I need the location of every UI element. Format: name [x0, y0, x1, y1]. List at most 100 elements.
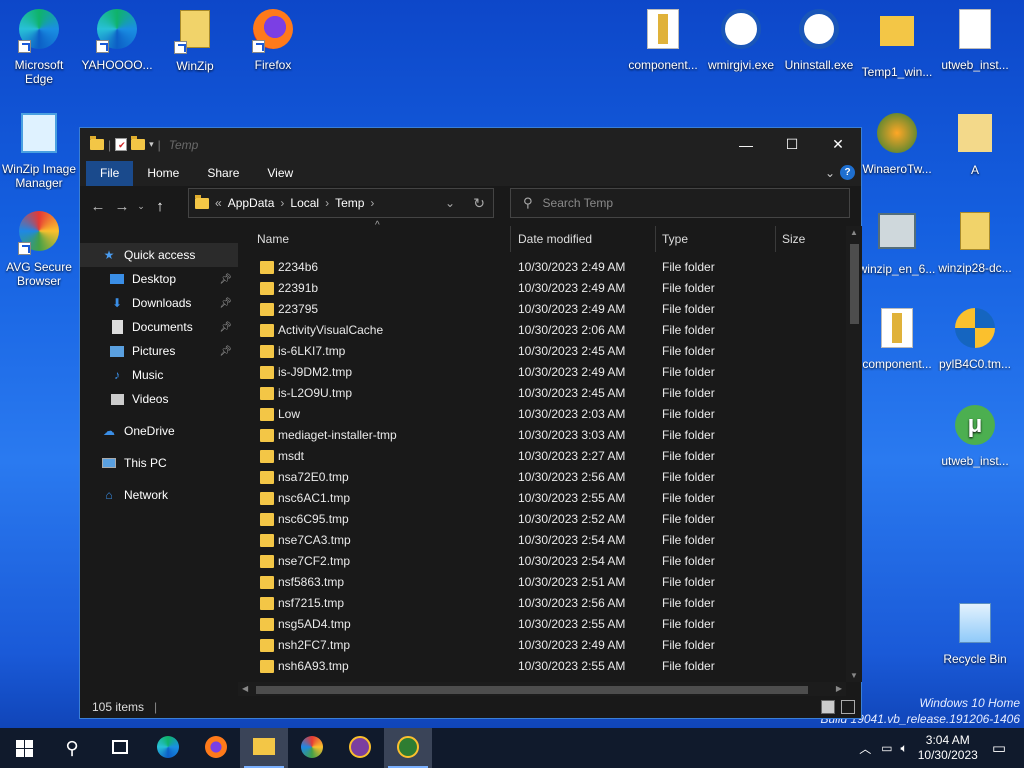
address-dropdown-icon[interactable]: ⌄ [445, 196, 455, 210]
desktop-icon[interactable]: WinaeroTw... [858, 110, 936, 176]
desktop-icon[interactable]: Recycle Bin [936, 600, 1014, 666]
file-row[interactable]: nsh6A93.tmp 10/30/2023 2:55 AM File folder [238, 656, 846, 677]
volume-icon[interactable]: 🔈︎ [901, 741, 908, 756]
taskbar-avg-button[interactable] [288, 728, 336, 768]
chevron-up-icon[interactable]: ︿ [859, 740, 871, 757]
taskbar-app-button[interactable] [384, 728, 432, 768]
desktop-icon[interactable]: component... [858, 305, 936, 371]
scroll-down-icon[interactable]: ▼ [850, 671, 858, 680]
file-row[interactable]: nse7CF2.tmp 10/30/2023 2:54 AM File folder [238, 551, 846, 572]
file-row[interactable]: is-J9DM2.tmp 10/30/2023 2:49 AM File folde… [238, 362, 846, 383]
desktop-icon[interactable]: YAHOOOO... [78, 6, 156, 72]
file-row[interactable]: is-6LKI7.tmp 10/30/2023 2:45 AM File folde… [238, 341, 846, 362]
scroll-right-icon[interactable]: ▶ [836, 684, 842, 693]
chevron-right-icon[interactable]: › [370, 196, 374, 210]
scroll-thumb[interactable] [256, 686, 808, 694]
title-bar[interactable]: | ✔ ▾ | Temp — ☐ ✕ [80, 128, 861, 161]
file-row[interactable]: nsf5863.tmp 10/30/2023 2:51 AM File folder [238, 572, 846, 593]
file-row[interactable]: nsg5AD4.tmp 10/30/2023 2:55 AM File folder [238, 614, 846, 635]
taskbar-start-button[interactable] [0, 728, 48, 768]
network-icon[interactable]: ▭ [881, 741, 892, 755]
desktop-icon[interactable]: utweb_inst... [936, 6, 1014, 72]
file-row[interactable]: nsf7215.tmp 10/30/2023 2:56 AM File folder [238, 593, 846, 614]
desktop-icon[interactable]: winzip28-dc... [936, 208, 1014, 275]
desktop-icon[interactable]: WinZip [156, 6, 234, 73]
desktop-icon[interactable]: pylB4C0.tm... [936, 305, 1014, 371]
new-folder-icon[interactable] [131, 136, 146, 150]
file-row[interactable]: nse7CA3.tmp 10/30/2023 2:54 AM File folder [238, 530, 846, 551]
nav-item-downloads[interactable]: ⬇ Downloads 📌︎ [80, 291, 238, 315]
search-box[interactable]: ⚲ Search Temp [510, 188, 850, 218]
address-bar[interactable]: « AppData › Local › Temp › ⌄ ↻ [188, 188, 494, 218]
maximize-button[interactable]: ☐ [769, 128, 815, 161]
nav-item-desktop[interactable]: Desktop 📌︎ [80, 267, 238, 291]
taskbar-search-button[interactable]: ⚲ [48, 728, 96, 768]
expand-ribbon-icon[interactable]: ⌄ [825, 166, 835, 180]
nav-item-quick-access[interactable]: ★ Quick access [80, 243, 238, 267]
properties-icon[interactable]: ✔ [115, 138, 128, 151]
breadcrumb-overflow[interactable]: « [215, 196, 222, 210]
search-input[interactable]: Search Temp [543, 196, 613, 210]
vertical-scrollbar[interactable]: ▲ ▼ [846, 226, 862, 682]
nav-item-onedrive[interactable]: ☁ OneDrive [80, 419, 238, 443]
desktop-icon[interactable]: component... [624, 6, 702, 72]
file-row[interactable]: nsc6AC1.tmp 10/30/2023 2:55 AM File folder [238, 488, 846, 509]
refresh-icon[interactable]: ↻ [473, 195, 485, 212]
breadcrumb-temp[interactable]: Temp [335, 196, 364, 210]
qat-dropdown-icon[interactable]: ▾ [149, 139, 154, 150]
column-name[interactable]: Name [251, 226, 511, 252]
nav-item-pictures[interactable]: Pictures 📌︎ [80, 339, 238, 363]
details-view-icon[interactable] [821, 700, 835, 714]
desktop-icon[interactable]: AVG Secure Browser [0, 208, 78, 288]
file-row[interactable]: nsa72E0.tmp 10/30/2023 2:56 AM File folder [238, 467, 846, 488]
taskbar-firefox-button[interactable] [192, 728, 240, 768]
file-row[interactable]: is-L2O9U.tmp 10/30/2023 2:45 AM File folde… [238, 383, 846, 404]
scroll-up-icon[interactable]: ▲ [850, 228, 858, 237]
breadcrumb-appdata[interactable]: AppData [228, 196, 275, 210]
clock[interactable]: 3:04 AM 10/30/2023 [918, 733, 978, 763]
tab-home[interactable]: Home [133, 161, 193, 186]
file-row[interactable]: ActivityVisualCache 10/30/2023 2:06 AM Fil… [238, 320, 846, 341]
minimize-button[interactable]: — [723, 128, 769, 161]
desktop-icon[interactable]: Temp1_win... [858, 6, 936, 79]
tab-file[interactable]: File [86, 161, 134, 186]
desktop-icon[interactable]: wmirgjvi.exe [702, 6, 780, 72]
file-row[interactable]: nsh2FC7.tmp 10/30/2023 2:49 AM File folder [238, 635, 846, 656]
nav-item-videos[interactable]: Videos [80, 387, 238, 411]
desktop-icon[interactable]: Microsoft Edge [0, 6, 78, 86]
file-row[interactable]: 223795 10/30/2023 2:49 AM File folder [238, 299, 846, 320]
taskbar-winzip-button[interactable] [336, 728, 384, 768]
column-type[interactable]: Type [656, 226, 776, 252]
file-row[interactable]: 2234b6 10/30/2023 2:49 AM File folder [238, 257, 846, 278]
tab-view[interactable]: View [253, 161, 307, 186]
tab-share[interactable]: Share [193, 161, 253, 186]
taskbar-edge-button[interactable] [144, 728, 192, 768]
desktop-icon[interactable]: A [936, 110, 1014, 177]
scroll-left-icon[interactable]: ◀ [242, 684, 248, 693]
nav-item-network[interactable]: ⌂ Network [80, 483, 238, 507]
desktop-icon[interactable]: μ utweb_inst... [936, 402, 1014, 468]
file-row[interactable]: 22391b 10/30/2023 2:49 AM File folder [238, 278, 846, 299]
back-button[interactable]: ← [86, 198, 110, 215]
nav-item-music[interactable]: ♪ Music [80, 363, 238, 387]
nav-item-this-pc[interactable]: This PC [80, 451, 238, 475]
forward-button[interactable]: → [110, 198, 134, 215]
column-date-modified[interactable]: Date modified [512, 226, 656, 252]
notifications-icon[interactable]: ▭ [992, 739, 1006, 757]
file-row[interactable]: mediaget-installer-tmp 10/30/2023 3:03 AM… [238, 425, 846, 446]
file-explorer-window[interactable]: | ✔ ▾ | Temp — ☐ ✕ File Home Share View … [79, 127, 862, 719]
help-icon[interactable]: ? [840, 165, 855, 180]
recent-locations-icon[interactable]: ⌄ [134, 201, 148, 212]
file-row[interactable]: msdt 10/30/2023 2:27 AM File folder [238, 446, 846, 467]
file-row[interactable]: Low 10/30/2023 2:03 AM File folder [238, 404, 846, 425]
taskbar-task-view-button[interactable] [96, 728, 144, 768]
large-icons-view-icon[interactable] [841, 700, 855, 714]
nav-item-documents[interactable]: Documents 📌︎ [80, 315, 238, 339]
close-button[interactable]: ✕ [815, 128, 861, 161]
desktop-icon[interactable]: WinZip Image Manager [0, 110, 78, 190]
column-size[interactable]: Size [776, 226, 846, 252]
breadcrumb-local[interactable]: Local [290, 196, 319, 210]
file-row[interactable]: nsc6C95.tmp 10/30/2023 2:52 AM File folder [238, 509, 846, 530]
desktop-icon[interactable]: Uninstall.exe [780, 6, 858, 72]
chevron-right-icon[interactable]: › [325, 196, 329, 210]
